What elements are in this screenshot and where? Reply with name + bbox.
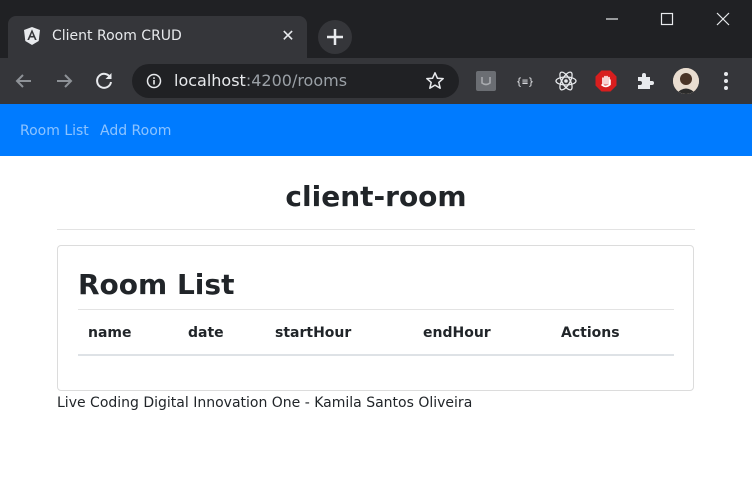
nav-link-room-list[interactable]: Room List <box>20 123 89 139</box>
browser-tab[interactable]: Client Room CRUD ✕ <box>8 16 307 58</box>
svg-text:{≡}: {≡} <box>516 77 534 88</box>
new-tab-button[interactable] <box>318 20 352 54</box>
column-header-name: name <box>88 325 132 341</box>
tab-close-icon[interactable]: ✕ <box>278 26 298 46</box>
arrow-right-icon[interactable] <box>52 69 76 93</box>
address-bar[interactable]: localhost:4200/rooms <box>132 64 459 98</box>
card-title: Room List <box>78 268 235 301</box>
nav-link-add-room[interactable]: Add Room <box>100 123 171 139</box>
browser-titlebar: Client Room CRUD ✕ <box>0 0 752 58</box>
tab-title: Client Room CRUD <box>52 28 182 44</box>
puzzle-icon[interactable] <box>634 69 658 93</box>
window-close-icon[interactable] <box>700 8 746 30</box>
app-navbar: Room List Add Room <box>0 104 752 156</box>
column-header-start-hour: startHour <box>275 325 352 341</box>
profile-avatar-icon <box>673 68 699 94</box>
title-divider <box>57 229 695 230</box>
table-header-divider <box>78 354 674 356</box>
kebab-menu-icon[interactable] <box>714 69 738 93</box>
minimize-icon[interactable] <box>589 8 635 30</box>
card-divider <box>78 309 674 310</box>
url-host: localhost <box>174 71 246 90</box>
column-header-date: date <box>188 325 224 341</box>
avatar[interactable] <box>673 68 699 94</box>
adblock-icon[interactable] <box>594 69 618 93</box>
column-header-end-hour: endHour <box>423 325 491 341</box>
react-devtools-icon[interactable] <box>554 69 578 93</box>
extension-box-icon[interactable] <box>474 69 498 93</box>
arrow-left-icon[interactable] <box>12 69 36 93</box>
column-header-actions: Actions <box>561 325 620 341</box>
plus-icon <box>327 29 343 45</box>
maximize-icon[interactable] <box>644 8 690 30</box>
browser-toolbar: localhost:4200/rooms {≡} <box>0 58 752 104</box>
angular-icon <box>24 27 40 45</box>
reload-icon[interactable] <box>92 69 116 93</box>
url-path: :4200/rooms <box>245 71 348 90</box>
room-list-card: Room List name date startHour endHour Ac… <box>57 245 694 391</box>
star-icon[interactable] <box>425 71 445 91</box>
footer-text: Live Coding Digital Innovation One - Kam… <box>57 395 473 411</box>
page-title: client-room <box>285 180 467 213</box>
info-icon[interactable] <box>146 73 162 89</box>
url-text: localhost:4200/rooms <box>174 71 347 90</box>
json-viewer-icon[interactable]: {≡} <box>513 69 537 93</box>
